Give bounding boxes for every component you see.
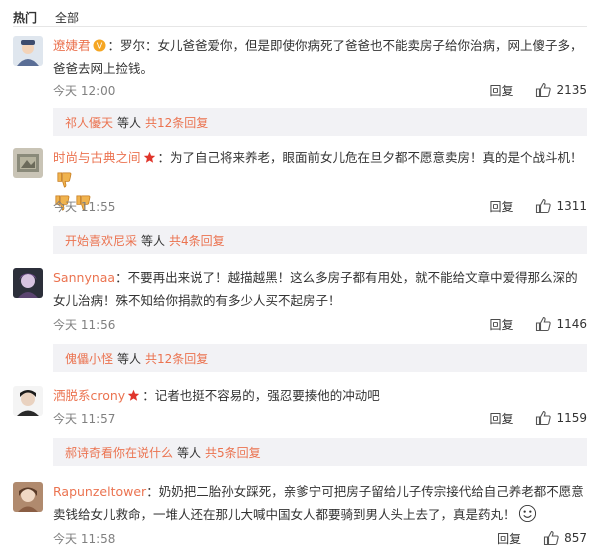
- comment-time: 今天 12:00: [53, 83, 116, 98]
- comment-item: 遼婕君 V ：罗尔：女儿爸爸爱你，但是即使你病死了爸爸也不能卖房子给你治病，网上傻子…: [13, 34, 587, 136]
- like-count: 2135: [556, 83, 587, 97]
- sub-reply-username[interactable]: 开始喜欢尼采: [65, 232, 137, 249]
- comment-text: ：为了自己将来养老，眼面前女儿危在旦夕都不愿意卖房！真的是个战斗机！: [157, 150, 583, 165]
- like-count: 1311: [556, 199, 587, 213]
- like-count: 857: [564, 531, 587, 545]
- comment-text: ：记者也挺不容易的，强忍要揍他的冲动吧: [142, 388, 380, 403]
- sub-reply-count-link[interactable]: 共12条回复: [145, 350, 208, 367]
- thumbs-up-icon: [536, 82, 552, 98]
- comment-time: 今天 11:58: [53, 531, 116, 546]
- star-badge-icon: [127, 386, 140, 401]
- avatar[interactable]: [13, 148, 43, 178]
- sub-reply-others: 等人: [117, 115, 142, 130]
- avatar[interactable]: [13, 36, 43, 66]
- avatar[interactable]: [13, 386, 43, 416]
- reply-button[interactable]: 回复: [497, 530, 521, 547]
- thumbs-up-icon: [536, 316, 552, 332]
- comment-username[interactable]: Rapunzeltower: [53, 484, 146, 499]
- comment-item: Sannynaa：不要再出来说了！越描越黑！这么多房子都有用处，就不能给文章中爱…: [13, 266, 587, 376]
- comment-item: Rapunzeltower：奶奶把二胎孙女踩死，亲爹宁可把房子留给儿子传宗接代给…: [13, 480, 587, 552]
- like-count: 1159: [556, 411, 587, 425]
- reply-button[interactable]: 回复: [489, 410, 513, 427]
- thumbs-down-emoji-icon: [55, 170, 74, 189]
- comment-content: 遼婕君 V ：罗尔：女儿爸爸爱你，但是即使你病死了爸爸也不能卖房子给你治病，网上傻子…: [53, 34, 587, 80]
- smile-emoji-icon: [518, 504, 537, 523]
- comment-username[interactable]: 洒脱系crony: [53, 388, 125, 403]
- like-button[interactable]: 2135: [535, 82, 587, 98]
- sub-reply-count-link[interactable]: 共12条回复: [145, 114, 208, 131]
- reply-button[interactable]: 回复: [489, 316, 513, 333]
- comment-content: Rapunzeltower：奶奶把二胎孙女踩死，亲爹宁可把房子留给儿子传宗接代给…: [53, 480, 587, 526]
- comment-username[interactable]: 遼婕君: [53, 38, 91, 53]
- sub-reply-others: 等人: [117, 351, 142, 366]
- svg-text:V: V: [96, 42, 102, 51]
- sub-replies-box[interactable]: 开始喜欢尼采 等人 共4条回复: [53, 226, 587, 254]
- thumbs-up-icon: [544, 530, 559, 546]
- like-button[interactable]: 1311: [535, 198, 587, 214]
- comment-item: 时尚与古典之间 ：为了自己将来养老，眼面前女儿危在旦夕都不愿意卖房！真的是个战斗机…: [13, 146, 587, 256]
- comment-content: 洒脱系crony ：记者也挺不容易的，强忍要揍他的冲动吧: [53, 384, 587, 407]
- comment-text: ：罗尔：女儿爸爸爱你，但是即使你病死了爸爸也不能卖房子给你治病，网上傻子多，爸爸…: [53, 38, 583, 76]
- tab-hot[interactable]: 热门: [13, 9, 37, 26]
- comment-meta: 今天 11:56 回复 1146: [53, 314, 587, 334]
- sub-reply-username[interactable]: 祁人優天: [65, 114, 113, 131]
- vip-badge-icon: V: [93, 36, 106, 52]
- thumbs-up-icon: [536, 198, 552, 214]
- comment-meta: 今天 11:58 回复 857: [53, 528, 587, 548]
- sub-replies-box[interactable]: 祁人優天 等人 共12条回复: [53, 108, 587, 136]
- tab-all[interactable]: 全部: [55, 9, 79, 26]
- sub-reply-count-link[interactable]: 共5条回复: [205, 444, 261, 461]
- sub-replies-box[interactable]: 傀儡小怪 等人 共12条回复: [53, 344, 587, 372]
- tabs-divider: [13, 26, 587, 27]
- comment-time: 今天 11:56: [53, 317, 116, 332]
- comment-meta: 今天 11:55 回复 1311: [53, 196, 587, 216]
- comment-time: 今天 11:57: [53, 411, 116, 426]
- avatar[interactable]: [13, 268, 43, 298]
- thumbs-up-icon: [536, 410, 552, 426]
- like-count: 1146: [556, 317, 587, 331]
- star-badge-icon: [143, 148, 156, 163]
- avatar[interactable]: [13, 482, 43, 512]
- sub-reply-count-link[interactable]: 共4条回复: [169, 232, 225, 249]
- like-button[interactable]: 1146: [535, 316, 587, 332]
- sub-reply-others: 等人: [177, 445, 202, 460]
- reply-button[interactable]: 回复: [489, 82, 513, 99]
- comment-item: 洒脱系crony ：记者也挺不容易的，强忍要揍他的冲动吧 今天 11:57 回复 …: [13, 384, 587, 469]
- sub-replies-box[interactable]: 郝诗奇看你在说什么 等人 共5条回复: [53, 438, 587, 466]
- comment-meta: 今天 12:00 回复 2135: [53, 80, 587, 100]
- comment-username[interactable]: Sannynaa: [53, 270, 115, 285]
- comment-username[interactable]: 时尚与古典之间: [53, 150, 141, 165]
- comment-text: ：不要再出来说了！越描越黑！这么多房子都有用处，就不能给文章中爱得那么深的女儿治…: [53, 270, 578, 308]
- comment-time: 今天 11:55: [53, 199, 116, 214]
- comment-content: Sannynaa：不要再出来说了！越描越黑！这么多房子都有用处，就不能给文章中爱…: [53, 266, 587, 312]
- like-button[interactable]: 1159: [535, 410, 587, 426]
- comment-meta: 今天 11:57 回复 1159: [53, 408, 587, 428]
- reply-button[interactable]: 回复: [489, 198, 513, 215]
- sub-reply-username[interactable]: 郝诗奇看你在说什么: [65, 444, 173, 461]
- sub-reply-username[interactable]: 傀儡小怪: [65, 350, 113, 367]
- like-button[interactable]: 857: [543, 530, 587, 546]
- sub-reply-others: 等人: [141, 233, 166, 248]
